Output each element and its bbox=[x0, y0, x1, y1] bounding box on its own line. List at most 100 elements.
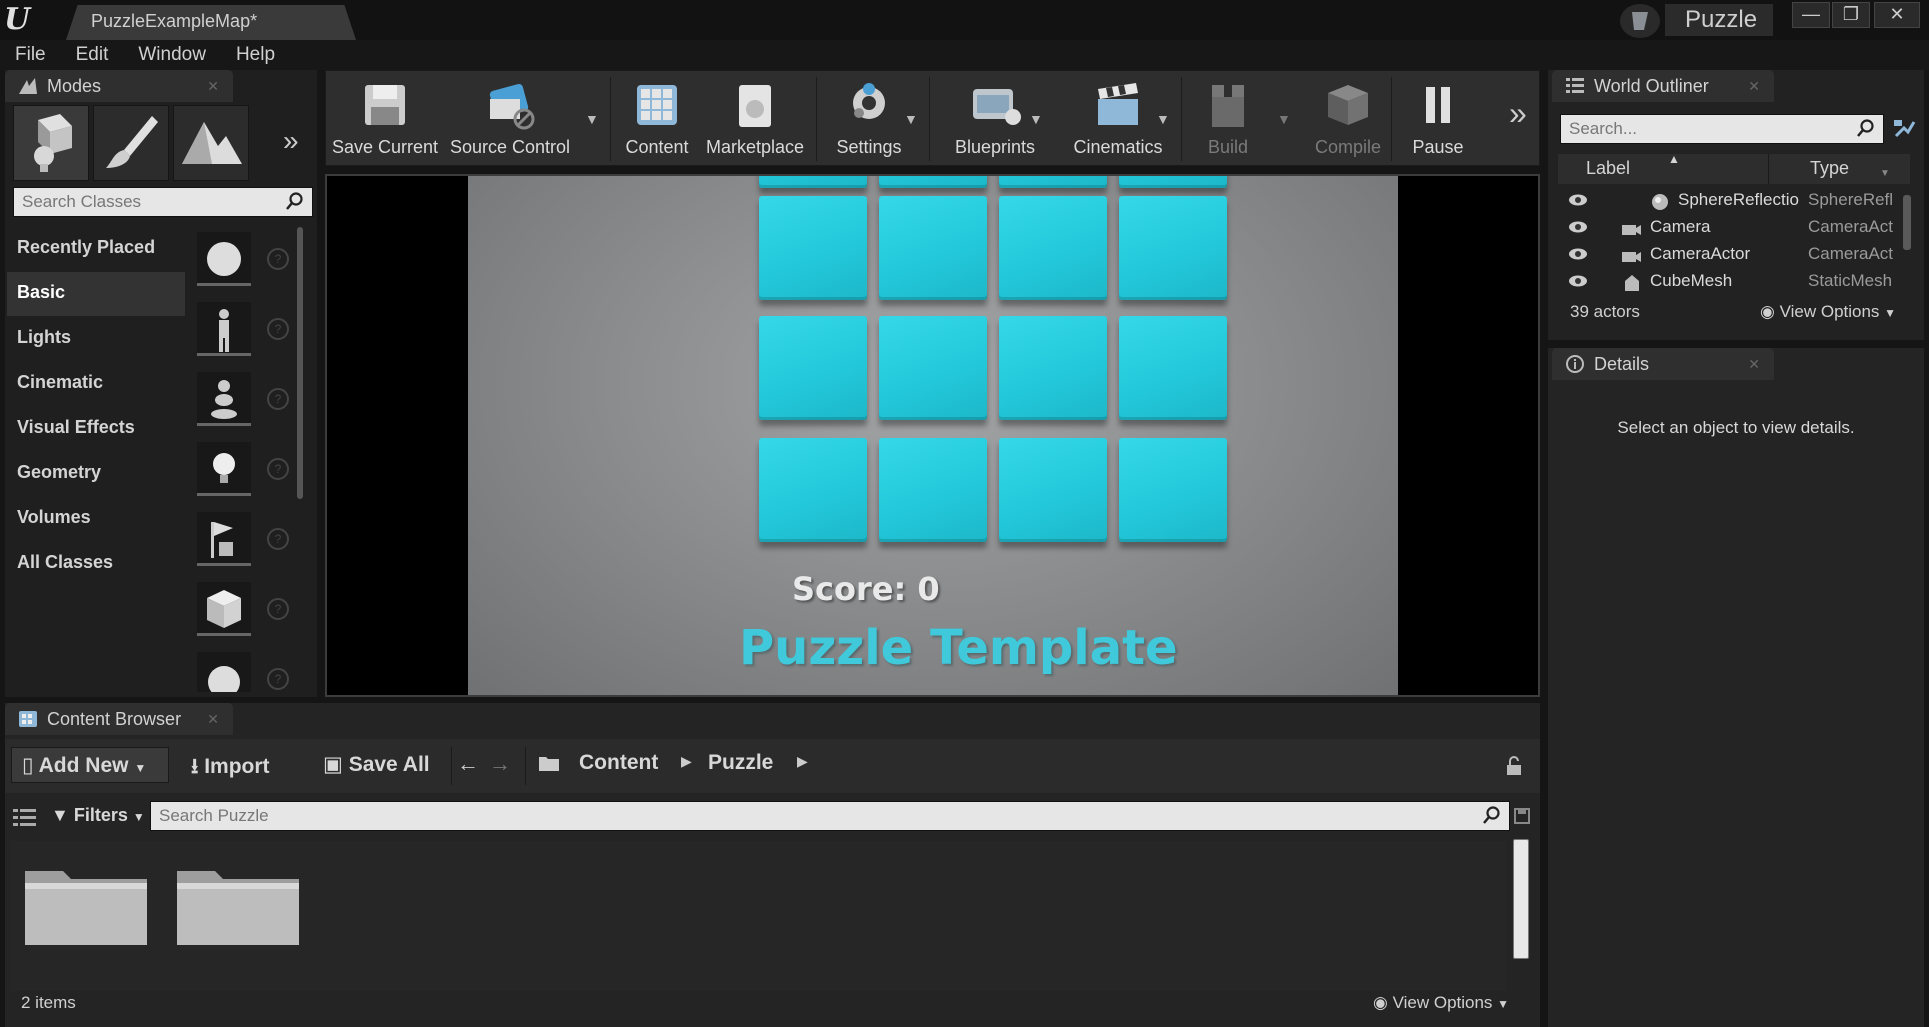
cinematics-dropdown-icon[interactable]: ▼ bbox=[1156, 111, 1170, 127]
outliner-view-options-button[interactable]: ◉ View Options ▼ bbox=[1760, 302, 1896, 322]
puzzle-tile[interactable] bbox=[759, 176, 867, 188]
puzzle-tile[interactable] bbox=[1119, 316, 1227, 420]
category-lights[interactable]: Lights bbox=[7, 317, 185, 361]
build-button[interactable]: Build bbox=[1187, 71, 1269, 165]
breadcrumb-arrow-icon[interactable]: ▶ bbox=[681, 753, 692, 770]
filters-button[interactable]: ▼ Filters ▼ bbox=[51, 805, 145, 826]
save-current-button[interactable]: Save Current bbox=[326, 71, 444, 165]
create-folder-icon[interactable] bbox=[1892, 118, 1916, 140]
folder-icon[interactable] bbox=[23, 863, 149, 947]
breadcrumb-content[interactable]: Content bbox=[579, 751, 658, 775]
back-arrow-icon[interactable]: ← bbox=[457, 751, 479, 777]
game-viewport[interactable]: Score: 0 Puzzle Template bbox=[325, 174, 1540, 697]
sources-panel-icon[interactable] bbox=[13, 809, 37, 829]
lock-icon[interactable] bbox=[1505, 755, 1523, 777]
category-basic[interactable]: Basic bbox=[7, 272, 185, 316]
world-outliner-tab[interactable]: World Outliner ✕ bbox=[1552, 70, 1774, 102]
more-modes-icon[interactable]: » bbox=[283, 125, 299, 157]
modes-scrollbar[interactable] bbox=[297, 227, 303, 499]
folder-icon[interactable] bbox=[175, 863, 301, 947]
help-icon[interactable]: ? bbox=[267, 458, 289, 480]
visibility-eye-icon[interactable] bbox=[1568, 193, 1588, 207]
content-browser-tab[interactable]: Content Browser ✕ bbox=[5, 703, 233, 735]
outliner-row[interactable]: SphereReflectio SphereRefl bbox=[1558, 188, 1903, 215]
paint-mode-button[interactable] bbox=[93, 105, 169, 181]
pawn-icon[interactable] bbox=[197, 372, 251, 426]
help-icon[interactable]: ? bbox=[267, 528, 289, 550]
puzzle-tile[interactable] bbox=[759, 316, 867, 420]
save-search-icon[interactable] bbox=[1513, 807, 1531, 825]
puzzle-tile[interactable] bbox=[759, 438, 867, 542]
game-view[interactable]: Score: 0 Puzzle Template bbox=[468, 176, 1398, 695]
visibility-eye-icon[interactable] bbox=[1568, 274, 1588, 288]
puzzle-tile[interactable] bbox=[1119, 176, 1227, 188]
point-light-icon[interactable] bbox=[197, 442, 251, 496]
forward-arrow-icon[interactable]: → bbox=[489, 751, 511, 777]
maximize-button[interactable]: ❐ bbox=[1832, 2, 1870, 28]
puzzle-tile[interactable] bbox=[879, 316, 987, 420]
level-tab[interactable]: PuzzleExampleMap* bbox=[66, 5, 356, 40]
player-start-icon[interactable] bbox=[197, 512, 251, 566]
category-volumes[interactable]: Volumes bbox=[7, 497, 185, 541]
help-icon[interactable]: ? bbox=[267, 318, 289, 340]
outliner-row[interactable]: CameraActor CameraAct bbox=[1558, 242, 1903, 269]
source-control-dropdown-icon[interactable]: ▼ bbox=[585, 111, 599, 127]
visibility-eye-icon[interactable] bbox=[1568, 247, 1588, 261]
build-dropdown-icon[interactable]: ▼ bbox=[1277, 111, 1291, 127]
cube-icon[interactable] bbox=[197, 582, 251, 636]
minimize-button[interactable]: — bbox=[1792, 2, 1830, 28]
outliner-row[interactable]: Camera CameraAct bbox=[1558, 215, 1903, 242]
help-icon[interactable]: ? bbox=[267, 598, 289, 620]
category-geometry[interactable]: Geometry bbox=[7, 452, 185, 496]
content-search-input[interactable]: Search Puzzle bbox=[150, 801, 1510, 831]
help-icon[interactable]: ? bbox=[267, 248, 289, 270]
details-tab[interactable]: Details ✕ bbox=[1552, 348, 1774, 380]
category-all-classes[interactable]: All Classes bbox=[7, 542, 185, 586]
sphere-icon[interactable] bbox=[197, 652, 251, 698]
puzzle-tile[interactable] bbox=[999, 438, 1107, 542]
blueprints-dropdown-icon[interactable]: ▼ bbox=[1029, 111, 1043, 127]
outliner-search-input[interactable]: Search... bbox=[1560, 114, 1884, 144]
puzzle-tile[interactable] bbox=[879, 438, 987, 542]
help-icon[interactable]: ? bbox=[267, 388, 289, 410]
search-classes-input[interactable]: Search Classes bbox=[13, 187, 313, 217]
puzzle-tile[interactable] bbox=[1119, 196, 1227, 300]
breadcrumb-arrow-icon[interactable]: ▶ bbox=[797, 753, 808, 770]
visibility-eye-icon[interactable] bbox=[1568, 220, 1588, 234]
settings-dropdown-icon[interactable]: ▼ bbox=[904, 111, 918, 127]
close-tab-icon[interactable]: ✕ bbox=[1748, 78, 1760, 95]
empty-actor-icon[interactable] bbox=[197, 232, 251, 286]
close-tab-icon[interactable]: ✕ bbox=[207, 78, 219, 95]
add-new-button[interactable]: ▯ Add New ▼ bbox=[11, 747, 169, 783]
puzzle-tile[interactable] bbox=[1119, 438, 1227, 542]
puzzle-tile[interactable] bbox=[999, 316, 1107, 420]
puzzle-tile[interactable] bbox=[879, 176, 987, 188]
outliner-scrollbar[interactable] bbox=[1903, 195, 1911, 250]
breadcrumb-puzzle[interactable]: Puzzle bbox=[708, 751, 773, 775]
category-cinematic[interactable]: Cinematic bbox=[7, 362, 185, 406]
menu-file[interactable]: File bbox=[0, 40, 61, 66]
modes-tab[interactable]: Modes ✕ bbox=[5, 70, 233, 102]
content-button[interactable]: Content bbox=[616, 71, 698, 165]
category-visual-effects[interactable]: Visual Effects bbox=[7, 407, 185, 451]
place-mode-button[interactable] bbox=[13, 105, 89, 181]
help-icon[interactable]: ? bbox=[267, 668, 289, 690]
source-control-button[interactable]: Source Control bbox=[444, 71, 576, 165]
import-button[interactable]: ⭳ Import bbox=[181, 747, 280, 783]
close-button[interactable]: ✕ bbox=[1874, 2, 1920, 28]
compile-button[interactable]: Compile bbox=[1302, 71, 1394, 165]
character-icon[interactable] bbox=[197, 302, 251, 356]
settings-button[interactable]: Settings bbox=[822, 71, 916, 165]
type-column-dropdown-icon[interactable]: ▼ bbox=[1880, 168, 1890, 179]
save-all-button[interactable]: ▣ Save All bbox=[313, 747, 440, 783]
type-column-header[interactable]: Type bbox=[1810, 158, 1849, 179]
toolbar-more-icon[interactable]: » bbox=[1509, 95, 1527, 132]
marketplace-button[interactable]: Marketplace bbox=[701, 71, 809, 165]
puzzle-tile[interactable] bbox=[999, 176, 1107, 188]
close-tab-icon[interactable]: ✕ bbox=[1748, 356, 1760, 373]
puzzle-tile[interactable] bbox=[879, 196, 987, 300]
puzzle-tile[interactable] bbox=[999, 196, 1107, 300]
outliner-row[interactable]: CubeMesh StaticMesh bbox=[1558, 269, 1903, 296]
label-column-header[interactable]: Label bbox=[1586, 158, 1630, 179]
pause-button[interactable]: Pause bbox=[1397, 71, 1479, 165]
